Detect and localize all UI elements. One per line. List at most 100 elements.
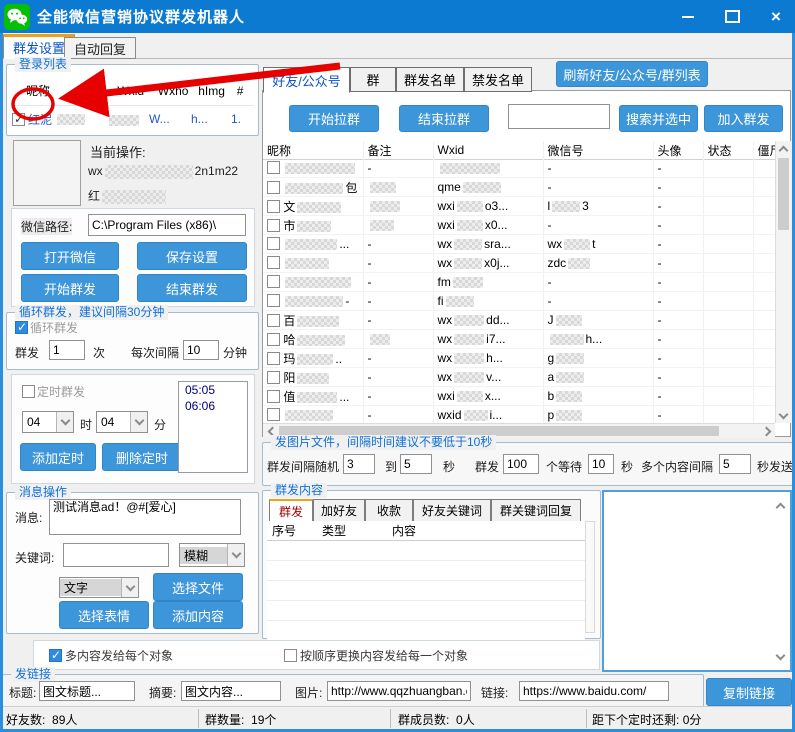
sequential-checkbox[interactable] [284,649,297,662]
wechat-path-input[interactable] [88,214,246,236]
hour-select[interactable]: 04 [22,411,74,433]
row-checkbox[interactable] [267,256,280,269]
link-digest-input[interactable] [181,681,281,701]
vertical-scrollbar[interactable] [775,141,791,423]
friend-row[interactable]: -wxidi...p- [263,406,775,424]
search-select-button[interactable]: 搜索并选中 [619,105,698,132]
timer-list[interactable]: 05:0506:06 [178,381,248,473]
friend-row[interactable]: -fm-- [263,273,775,292]
row-checkbox[interactable] [267,390,280,403]
content-table-scrollbar[interactable] [585,521,595,633]
end-pull-group-button[interactable]: 结束拉群 [399,105,489,132]
wait-seconds-input[interactable] [588,454,614,474]
row-checkbox[interactable] [267,371,280,384]
multi-interval-input[interactable] [719,454,751,474]
row-checkbox[interactable] [267,352,280,365]
row-checkbox[interactable] [267,275,280,288]
friend-row[interactable]: --- [263,159,775,178]
interval-from-input[interactable] [343,454,375,474]
scroll-up-icon[interactable] [773,498,788,513]
friend-row[interactable]: 玛..-wxh...g- [263,349,775,368]
maximize-button[interactable] [721,6,743,28]
friend-row[interactable]: 市wxix0...-- [263,216,775,235]
content-tab-payment[interactable]: 收款 [365,499,413,522]
open-wechat-button[interactable]: 打开微信 [21,242,119,270]
friend-row[interactable]: 包qme-- [263,178,775,197]
friend-row[interactable]: 百-wxdd...J- [263,311,775,330]
timer-send-panel: 定时群发 04 时 04 分 添加定时 删除定时 05:0506:06 [11,374,255,484]
minimize-button[interactable] [677,6,699,28]
row-checkbox[interactable] [267,219,280,232]
match-mode-select[interactable]: 模糊 [179,543,245,567]
friend-row[interactable]: ...-wxsra...wxt- [263,235,775,254]
row-checkbox[interactable] [267,200,280,213]
end-send-button[interactable]: 结束群发 [137,274,247,302]
tab-groups[interactable]: 群 [350,67,396,92]
login-row-checkbox[interactable] [12,113,25,126]
select-file-button[interactable]: 选择文件 [153,573,243,601]
start-send-button[interactable]: 开始群发 [21,274,119,302]
message-textarea[interactable]: 测试消息ad！@#[爱心] [49,499,241,535]
batch-label: 群发 [475,458,499,475]
batch-count-input[interactable] [503,454,539,474]
scroll-down-icon[interactable] [776,408,791,423]
add-content-button[interactable]: 添加内容 [153,601,243,629]
log-box[interactable] [602,490,792,672]
timer-item[interactable]: 05:05 [179,382,247,398]
link-title-input[interactable] [39,681,135,701]
row-checkbox[interactable] [267,314,280,327]
friend-row[interactable]: --fi-- [263,292,775,311]
row-checkbox[interactable] [267,333,280,346]
add-to-send-button[interactable]: 加入群发 [704,105,783,132]
content-col-type: 类型 [317,521,387,541]
scrollbar-thumb[interactable] [778,158,789,230]
tab-blocked-list[interactable]: 禁发名单 [464,67,532,92]
content-tab-friend-keyword[interactable]: 好友关键词 [413,499,491,522]
send-count-unit: 次 [93,344,105,361]
friend-row[interactable]: 文wxio3...l3- [263,197,775,216]
friend-row[interactable]: 值...-wxix...b- [263,387,775,406]
select-emoji-button[interactable]: 选择表情 [59,601,149,629]
save-settings-button[interactable]: 保存设置 [137,242,247,270]
row-checkbox[interactable] [267,294,280,307]
timer-item[interactable]: 06:06 [179,398,247,414]
refresh-lists-button[interactable]: 刷新好友/公众号/群列表 [556,61,708,87]
login-row[interactable]: 红泥 W... h... 1. [12,105,254,134]
timer-send-checkbox[interactable] [22,385,35,398]
loop-send-checkbox[interactable] [15,321,28,334]
keyword-input[interactable] [63,543,169,567]
tab-send-list[interactable]: 群发名单 [396,67,464,92]
scroll-up-icon[interactable] [776,141,791,156]
interval-to-input[interactable] [400,454,432,474]
content-type-select[interactable]: 文字 [59,577,139,598]
tab-friends-accounts[interactable]: 好友/公众号 [263,67,350,93]
scroll-down-icon[interactable] [773,649,788,664]
scroll-right-icon[interactable] [760,424,775,438]
row-checkbox[interactable] [267,408,280,421]
friend-table-scroll-area[interactable]: --- 包qme-- 文wxio3...l3- 市wxix0...-- ...-… [263,159,775,423]
row-checkbox[interactable] [267,237,280,250]
content-tab-send[interactable]: 群发 [269,499,313,523]
copy-link-button[interactable]: 复制链接 [706,678,792,706]
interval-input[interactable] [183,340,219,360]
multi-content-checkbox[interactable] [49,649,62,662]
start-pull-group-button[interactable]: 开始拉群 [289,105,379,132]
link-url-input[interactable] [519,681,669,701]
link-image-input[interactable] [327,681,471,701]
status-members: 群成员数: 0人 [398,711,475,728]
content-tab-add-friend[interactable]: 加好友 [313,499,365,522]
row-checkbox[interactable] [267,161,280,174]
friend-row[interactable]: -wxx0j...zdc- [263,254,775,273]
delete-timer-button[interactable]: 删除定时 [102,443,182,471]
content-tab-group-keyword[interactable]: 群关键词回复 [491,499,581,522]
row-checkbox[interactable] [267,181,280,194]
tab-auto-reply[interactable]: 自动回复 [64,37,136,59]
send-count-input[interactable] [49,340,85,360]
minute-select[interactable]: 04 [96,411,148,433]
add-timer-button[interactable]: 添加定时 [20,443,96,471]
col-nickname: 昵称 [263,141,363,160]
search-input[interactable] [508,104,610,129]
close-button[interactable]: × [765,6,787,28]
friend-row[interactable]: 哈wxi7...h...- [263,330,775,349]
friend-row[interactable]: 阳-wxv...a- [263,368,775,387]
